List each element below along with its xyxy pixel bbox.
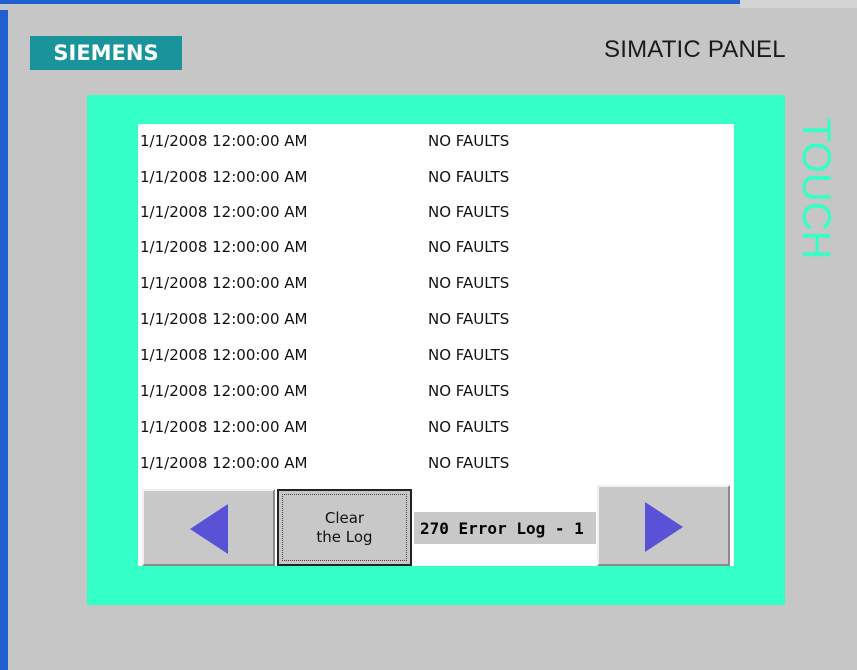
log-row: 1/1/2008 12:00:00 AM NO FAULTS: [138, 232, 734, 262]
clear-log-button[interactable]: Clear the Log: [277, 489, 412, 566]
log-status: NO FAULTS: [428, 418, 510, 436]
touch-label: TOUCH: [794, 118, 838, 260]
clear-log-label-line2: the Log: [316, 527, 373, 546]
log-row: 1/1/2008 12:00:00 AM NO FAULTS: [138, 162, 734, 192]
next-page-button[interactable]: [597, 485, 730, 566]
log-timestamp: 1/1/2008 12:00:00 AM: [140, 454, 308, 472]
log-row: 1/1/2008 12:00:00 AM NO FAULTS: [138, 126, 734, 156]
log-row: 1/1/2008 12:00:00 AM NO FAULTS: [138, 197, 734, 227]
left-arrow-icon: [190, 504, 228, 554]
log-timestamp: 1/1/2008 12:00:00 AM: [140, 132, 308, 150]
log-page-label: 270 Error Log - 1: [414, 512, 596, 544]
log-timestamp: 1/1/2008 12:00:00 AM: [140, 168, 308, 186]
log-status: NO FAULTS: [428, 346, 510, 364]
log-timestamp: 1/1/2008 12:00:00 AM: [140, 418, 308, 436]
window-frame-left: [0, 0, 8, 670]
log-row: 1/1/2008 12:00:00 AM NO FAULTS: [138, 376, 734, 406]
log-row: 1/1/2008 12:00:00 AM NO FAULTS: [138, 412, 734, 442]
log-timestamp: 1/1/2008 12:00:00 AM: [140, 346, 308, 364]
log-row: 1/1/2008 12:00:00 AM NO FAULTS: [138, 268, 734, 298]
log-timestamp: 1/1/2008 12:00:00 AM: [140, 238, 308, 256]
log-timestamp: 1/1/2008 12:00:00 AM: [140, 203, 308, 221]
previous-page-button[interactable]: [142, 489, 275, 566]
right-arrow-icon: [645, 502, 683, 552]
log-timestamp: 1/1/2008 12:00:00 AM: [140, 274, 308, 292]
clear-log-label-line1: Clear: [324, 508, 365, 527]
window-frame-top-accent: [0, 0, 740, 4]
log-status: NO FAULTS: [428, 310, 510, 328]
log-status: NO FAULTS: [428, 203, 510, 221]
log-status: NO FAULTS: [428, 132, 510, 150]
log-row: 1/1/2008 12:00:00 AM NO FAULTS: [138, 340, 734, 370]
log-status: NO FAULTS: [428, 382, 510, 400]
log-timestamp: 1/1/2008 12:00:00 AM: [140, 382, 308, 400]
window-frame-top-right: [740, 0, 857, 8]
log-status: NO FAULTS: [428, 238, 510, 256]
panel-model-title: SIMATIC PANEL: [604, 36, 786, 63]
log-status: NO FAULTS: [428, 274, 510, 292]
log-row: 1/1/2008 12:00:00 AM NO FAULTS: [138, 448, 734, 478]
log-row: 1/1/2008 12:00:00 AM NO FAULTS: [138, 304, 734, 334]
log-status: NO FAULTS: [428, 168, 510, 186]
siemens-logo: SIEMENS: [30, 36, 182, 70]
log-status: NO FAULTS: [428, 454, 510, 472]
log-timestamp: 1/1/2008 12:00:00 AM: [140, 310, 308, 328]
clear-log-label: Clear the Log: [282, 494, 407, 561]
